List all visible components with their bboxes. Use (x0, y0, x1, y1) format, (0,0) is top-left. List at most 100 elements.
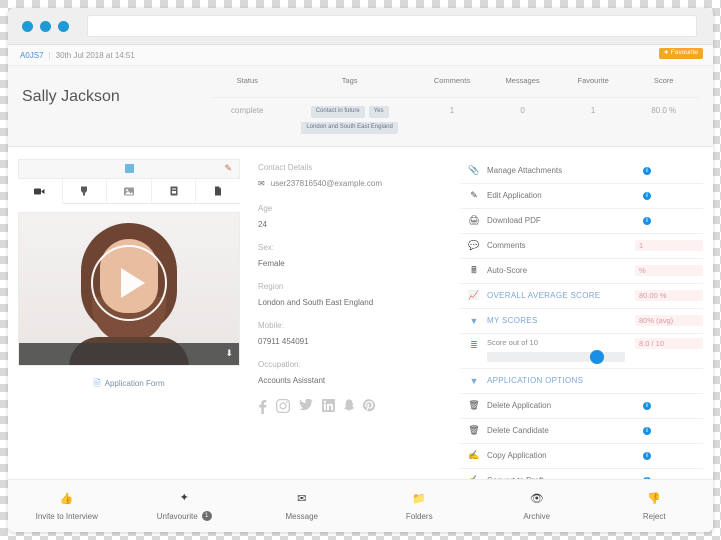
window-controls[interactable] (18, 20, 69, 32)
favourite-badge[interactable]: ★ Favourite (658, 48, 703, 59)
browser-chrome (8, 8, 713, 45)
action-value: 80% (avg) (635, 315, 703, 327)
instagram-icon[interactable] (276, 398, 290, 413)
meta-bar: A0JS7 | 30th Jul 2018 at 14:51 ★ Favouri… (8, 45, 713, 66)
footer-button-label: Unfavourite (156, 511, 198, 521)
score-slider-knob[interactable] (590, 349, 605, 364)
twitter-icon[interactable] (299, 398, 313, 411)
score-slider-track[interactable] (487, 349, 625, 364)
tab-image[interactable] (107, 178, 152, 203)
info-wrap[interactable]: i (643, 451, 703, 460)
field-value-age: 24 (258, 219, 267, 229)
pencil-icon[interactable]: ✎ (224, 163, 232, 174)
snapchat-icon[interactable] (344, 398, 354, 413)
caret-down-icon: ▼ (469, 375, 479, 386)
action-delete-application[interactable]: 🗑 Delete Application i (461, 394, 703, 419)
download-video-icon[interactable]: ⬇ (225, 348, 233, 359)
action-delete-candidate[interactable]: 🗑 Delete Candidate i (461, 419, 703, 444)
tag-chip[interactable]: Yes (368, 106, 389, 118)
email-row[interactable]: ✉ user237816540@example.com (258, 179, 451, 188)
tag-chip[interactable]: Contact in future (310, 106, 365, 118)
close-dot[interactable] (22, 20, 33, 32)
calculator-icon: 🖩 (471, 264, 477, 275)
maximize-dot[interactable] (58, 20, 69, 32)
slider-value: 8.0 / 10 (635, 337, 703, 349)
stat-tags: Tags Contact in future Yes London and So… (282, 76, 417, 134)
stat-label: Comments (416, 76, 488, 98)
info-wrap[interactable]: i (643, 216, 703, 225)
action-edit-application[interactable]: ✎ Edit Application i (461, 184, 703, 209)
stat-label: Tags (282, 76, 417, 98)
action-label: Manage Attachments (487, 166, 563, 176)
tab-video[interactable] (18, 178, 63, 204)
action-manage-attachments[interactable]: 📎 Manage Attachments i (461, 159, 703, 184)
field-label-mobile: Mobile: (258, 320, 284, 330)
star-icon: ★ (663, 50, 669, 57)
tag-chip[interactable]: London and South East England (301, 121, 398, 134)
action-comments[interactable]: 💬 Comments 1 (461, 234, 703, 259)
action-label: Delete Application (487, 401, 552, 411)
stat-value: 1 (590, 106, 596, 115)
footer-folders[interactable]: 📁 Folders (361, 492, 479, 521)
caret-down-icon: ▼ (469, 315, 479, 326)
info-wrap[interactable]: i (643, 401, 703, 410)
tab-document[interactable] (196, 179, 240, 203)
action-label: OVERALL AVERAGE SCORE (487, 291, 601, 301)
candidate-header: Sally Jackson Status complete Tags Conta… (8, 66, 713, 147)
action-auto-score[interactable]: 🖩 Auto-Score % (461, 259, 703, 284)
application-reference[interactable]: A0JS7 (20, 51, 44, 60)
envelope-icon: ✉ (297, 492, 307, 505)
media-toolbar: ✎ (18, 158, 240, 179)
thumbs-down-icon: 👎 (647, 492, 662, 505)
action-overall-average-score[interactable]: 📈 OVERALL AVERAGE SCORE 80.00 % (461, 284, 703, 309)
application-options-header[interactable]: ▼ APPLICATION OPTIONS (461, 369, 703, 394)
envelope-icon: ✉ (258, 178, 265, 188)
edit-square-icon: ✎ (470, 190, 478, 201)
field-value-occupation: Accounts Asisstant (258, 375, 326, 385)
minimize-dot[interactable] (40, 20, 51, 32)
field-value-sex: Female (258, 258, 285, 268)
action-value: 1 (635, 240, 703, 252)
tab-presentation[interactable] (152, 178, 197, 203)
application-date: 30th Jul 2018 at 14:51 (55, 50, 135, 60)
footer-invite-to-interview[interactable]: 👍 Invite to Interview (8, 492, 126, 521)
facebook-icon[interactable] (258, 399, 267, 414)
play-button[interactable] (91, 244, 167, 321)
footer-reject[interactable]: 👎 Reject (596, 492, 714, 521)
score-slider-row[interactable]: ≣ Score out of 10 8.0 / 10 (461, 334, 703, 369)
slider-main: Score out of 10 (487, 338, 635, 364)
action-convert-to-draft[interactable]: ✍ Convert to Draft i (461, 469, 703, 479)
comment-icon: 💬 (468, 240, 480, 251)
footer-button-label: Folders (405, 511, 433, 521)
stat-label: Score (628, 76, 699, 98)
linkedin-icon[interactable] (322, 398, 335, 412)
archive-eye-icon: 👁 (529, 492, 544, 505)
info-wrap[interactable]: i (643, 191, 703, 200)
info-wrap[interactable]: i (643, 166, 703, 175)
action-download-pdf[interactable]: 🖨 Download PDF i (461, 209, 703, 234)
info-wrap[interactable]: i (643, 426, 703, 435)
video-controls[interactable]: ⬇ (19, 342, 239, 365)
url-input[interactable] (87, 15, 697, 37)
stat-label: Status (212, 76, 283, 98)
stat-label: Messages (487, 76, 558, 98)
social-links (258, 398, 451, 414)
folder-icon: 📁 (412, 492, 427, 505)
chart-line-icon: 📈 (468, 290, 480, 301)
stat-label: Favourite (557, 76, 629, 98)
footer-unfavourite[interactable]: ✦ Unfavourite 1 (126, 491, 244, 521)
file-icon: 🗎 (93, 377, 101, 388)
application-form-link[interactable]: 🗎 Application Form (18, 376, 240, 392)
image-swatch-icon[interactable] (124, 164, 134, 174)
action-my-scores[interactable]: ▼ MY SCORES 80% (avg) (461, 309, 703, 334)
pinterest-icon[interactable] (363, 398, 375, 413)
footer-button-label: Invite to Interview (35, 511, 98, 521)
stat-value: complete (231, 106, 264, 115)
footer-archive[interactable]: 👁 Archive (478, 492, 596, 521)
presentation-icon (170, 186, 178, 196)
tab-award[interactable] (63, 178, 108, 203)
action-copy-application[interactable]: ✍ Copy Application i (461, 444, 703, 469)
sliders-icon: ≣ (470, 339, 478, 350)
video-player[interactable]: ⬇ (18, 211, 240, 366)
footer-message[interactable]: ✉ Message (243, 492, 361, 521)
